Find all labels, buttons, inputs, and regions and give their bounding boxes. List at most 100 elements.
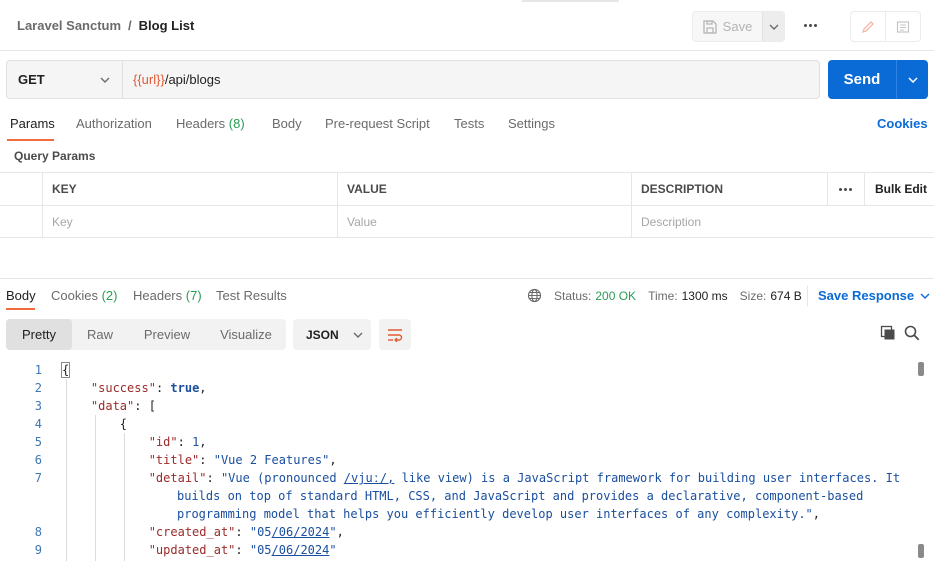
tab-params[interactable]: Params	[10, 116, 55, 131]
size-value[interactable]: 674 B	[770, 289, 801, 303]
tab-test-results[interactable]: Test Results	[216, 288, 287, 303]
description-input[interactable]: Description	[631, 206, 934, 238]
size-label: Size:	[739, 288, 767, 303]
code-line: {	[60, 362, 71, 378]
view-pretty-button[interactable]: Pretty	[6, 319, 72, 350]
json-value: "05	[249, 525, 272, 539]
ellipsis-icon	[803, 23, 817, 27]
response-divider[interactable]	[0, 278, 934, 279]
column-key: KEY	[42, 173, 338, 205]
status-label: Status:	[554, 288, 592, 303]
breadcrumb-collection[interactable]: Laravel Sanctum	[17, 18, 121, 33]
column-options-button[interactable]	[827, 173, 865, 205]
json-key: "updated_at"	[148, 543, 236, 557]
breadcrumb-separator: /	[128, 18, 132, 33]
response-body-editor[interactable]: 1 { 2 "success": true, 3 "data": [ 4 { 5…	[0, 361, 934, 561]
tab-settings[interactable]: Settings	[508, 116, 555, 131]
json-value: "Vue (pronounced	[220, 471, 344, 485]
json-key: "id"	[148, 435, 178, 449]
code-line: "title": "Vue 2 Features",	[148, 453, 337, 467]
row-checkbox-cell	[0, 206, 43, 238]
tab-tests[interactable]: Tests	[454, 116, 484, 131]
checkbox-column	[0, 173, 43, 205]
tab-response-headers[interactable]: Headers (7)	[133, 288, 202, 303]
documentation-button[interactable]	[885, 12, 920, 41]
code-line: "detail": "Vue (pronounced /vjuː/, like …	[148, 471, 901, 485]
url-input[interactable]: {{url}}/api/blogs	[123, 61, 220, 98]
wrap-lines-button[interactable]	[379, 319, 411, 350]
active-tab-underline	[6, 308, 35, 310]
line-number: 2	[34, 381, 42, 395]
method-select[interactable]: GET	[7, 61, 123, 98]
pencil-icon	[861, 20, 874, 33]
line-number: 3	[34, 399, 42, 413]
tab-body[interactable]: Body	[272, 116, 302, 131]
chevron-down-icon	[353, 332, 363, 338]
save-button[interactable]: Save	[693, 12, 762, 41]
request-tabs: Params Authorization Headers (8) Body Pr…	[0, 114, 934, 142]
copy-button[interactable]	[880, 325, 896, 344]
tab-authorization[interactable]: Authorization	[76, 116, 152, 131]
scrollbar-thumb[interactable]	[918, 362, 924, 376]
json-key: "detail"	[148, 471, 207, 485]
view-mode-group: Pretty Raw Preview Visualize	[6, 319, 286, 350]
wrap-icon	[388, 328, 403, 342]
tab-response-cookies-count: (2)	[101, 288, 118, 303]
json-key: "success"	[90, 381, 156, 395]
more-options-button[interactable]	[800, 17, 820, 33]
line-number: 7	[34, 471, 42, 485]
line-number: 9	[34, 543, 42, 557]
view-raw-button[interactable]: Raw	[72, 319, 128, 350]
json-link[interactable]: /06/2024	[272, 525, 330, 539]
save-icon	[703, 19, 717, 34]
format-label: JSON	[306, 327, 339, 342]
json-value: programming model that helps you efficie…	[177, 507, 813, 521]
side-panel-toggle-group	[850, 11, 921, 42]
tab-response-body[interactable]: Body	[6, 288, 36, 303]
value-input[interactable]: Value	[337, 206, 632, 238]
scrollbar-thumb-bottom[interactable]	[918, 544, 924, 558]
line-number: 4	[34, 417, 42, 431]
save-response-button[interactable]: Save Response	[818, 288, 930, 303]
search-button[interactable]	[904, 325, 920, 344]
tab-prerequest-script[interactable]: Pre-request Script	[325, 116, 430, 131]
edit-button[interactable]	[851, 12, 885, 41]
method-label: GET	[18, 72, 45, 87]
line-number: 8	[34, 525, 42, 539]
send-button[interactable]: Send	[828, 60, 896, 99]
line-number: 5	[34, 435, 42, 449]
table-row: Key Value Description	[0, 206, 934, 239]
format-select[interactable]: JSON	[293, 319, 371, 350]
json-value: true	[170, 381, 200, 395]
status-value[interactable]: 200 OK	[595, 289, 636, 303]
url-path: /api/blogs	[164, 72, 221, 87]
json-link[interactable]: /vjuː/,	[344, 471, 395, 485]
json-link[interactable]: /06/2024	[272, 543, 330, 557]
json-value: builds on top of standard HTML, CSS, and…	[177, 489, 864, 503]
line-number: 1	[34, 363, 42, 377]
save-button-group: Save	[692, 11, 785, 42]
bulk-edit-button[interactable]: Bulk Edit	[875, 182, 927, 196]
globe-icon[interactable]	[527, 288, 542, 303]
breadcrumb-request[interactable]: Blog List	[139, 18, 195, 33]
view-preview-button[interactable]: Preview	[128, 319, 206, 350]
tab-headers-count: (8)	[228, 116, 245, 131]
table-header-row: KEY VALUE DESCRIPTION Bulk Edit	[0, 173, 934, 206]
json-brace: {	[60, 362, 71, 378]
send-options-button[interactable]	[896, 60, 928, 99]
column-value: VALUE	[337, 173, 632, 205]
tab-response-cookies[interactable]: Cookies (2)	[51, 288, 117, 303]
json-value: "Vue 2 Features"	[213, 453, 330, 467]
response-meta: Status: 200 OK Time: 1300 ms Size: 674 B	[527, 288, 802, 303]
tab-indicator	[522, 0, 619, 2]
document-icon	[896, 20, 910, 33]
time-value[interactable]: 1300 ms	[682, 289, 728, 303]
cookies-link[interactable]: Cookies	[877, 116, 928, 131]
copy-icon	[880, 325, 895, 340]
tab-headers[interactable]: Headers (8)	[176, 116, 245, 131]
breadcrumb: Laravel Sanctum / Blog List	[17, 18, 194, 33]
key-input[interactable]: Key	[42, 206, 338, 238]
view-visualize-button[interactable]: Visualize	[206, 319, 286, 350]
code-line: "created_at": "05/06/2024",	[148, 525, 344, 539]
save-options-button[interactable]	[762, 12, 784, 41]
